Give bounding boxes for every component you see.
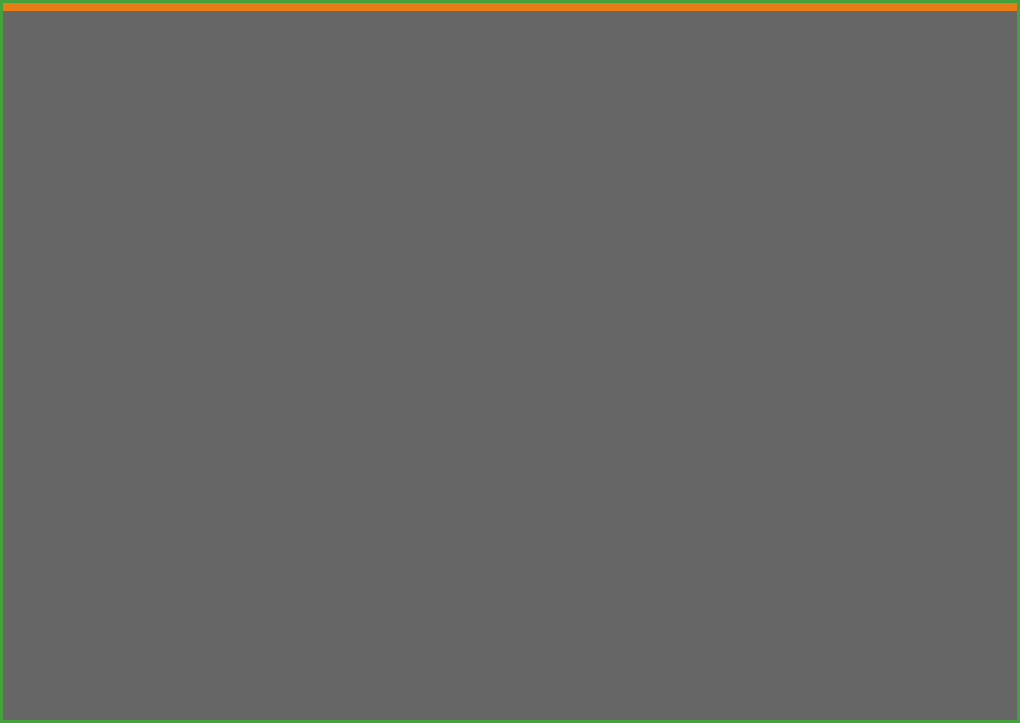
menu-item-datei[interactable]: Datei (108, 9, 134, 12)
menu-item-ansicht[interactable]: Ansicht (414, 9, 450, 12)
screenshot-frame: InDesign Datei Bearbeiten Layout Schrift Obj… (0, 0, 1020, 723)
menu-bar: InDesign Datei Bearbeiten Layout Schrift Obj… (7, 7, 1013, 11)
menu-item-layout[interactable]: Layout (219, 9, 252, 12)
sync-icon[interactable]: ↻ (995, 9, 1003, 11)
menu-item-schrift[interactable]: Schrift (268, 9, 299, 12)
menu-item-hilfe[interactable]: Hilfe (520, 9, 542, 12)
notification-icon[interactable]: ❑ (952, 9, 961, 11)
apple-menu-icon[interactable] (23, 10, 32, 12)
menu-items: Datei Bearbeiten Layout Schrift Objekt Tabell… (108, 9, 557, 12)
menu-item-tabelle[interactable]: Tabelle (363, 9, 398, 12)
menu-item-fenster[interactable]: Fenster (466, 9, 503, 12)
desktop: InDesign Datei Bearbeiten Layout Schrift Obj… (3, 3, 1017, 11)
menu-item-bearbeiten[interactable]: Bearbeiten (150, 9, 203, 12)
menubar-status: ❑ ▲ ↻ (952, 9, 1003, 11)
menu-item-objekt[interactable]: Objekt (316, 9, 348, 12)
menu-indesign[interactable]: InDesign (46, 9, 92, 12)
cs-live-icon[interactable]: ▲ (973, 9, 983, 11)
